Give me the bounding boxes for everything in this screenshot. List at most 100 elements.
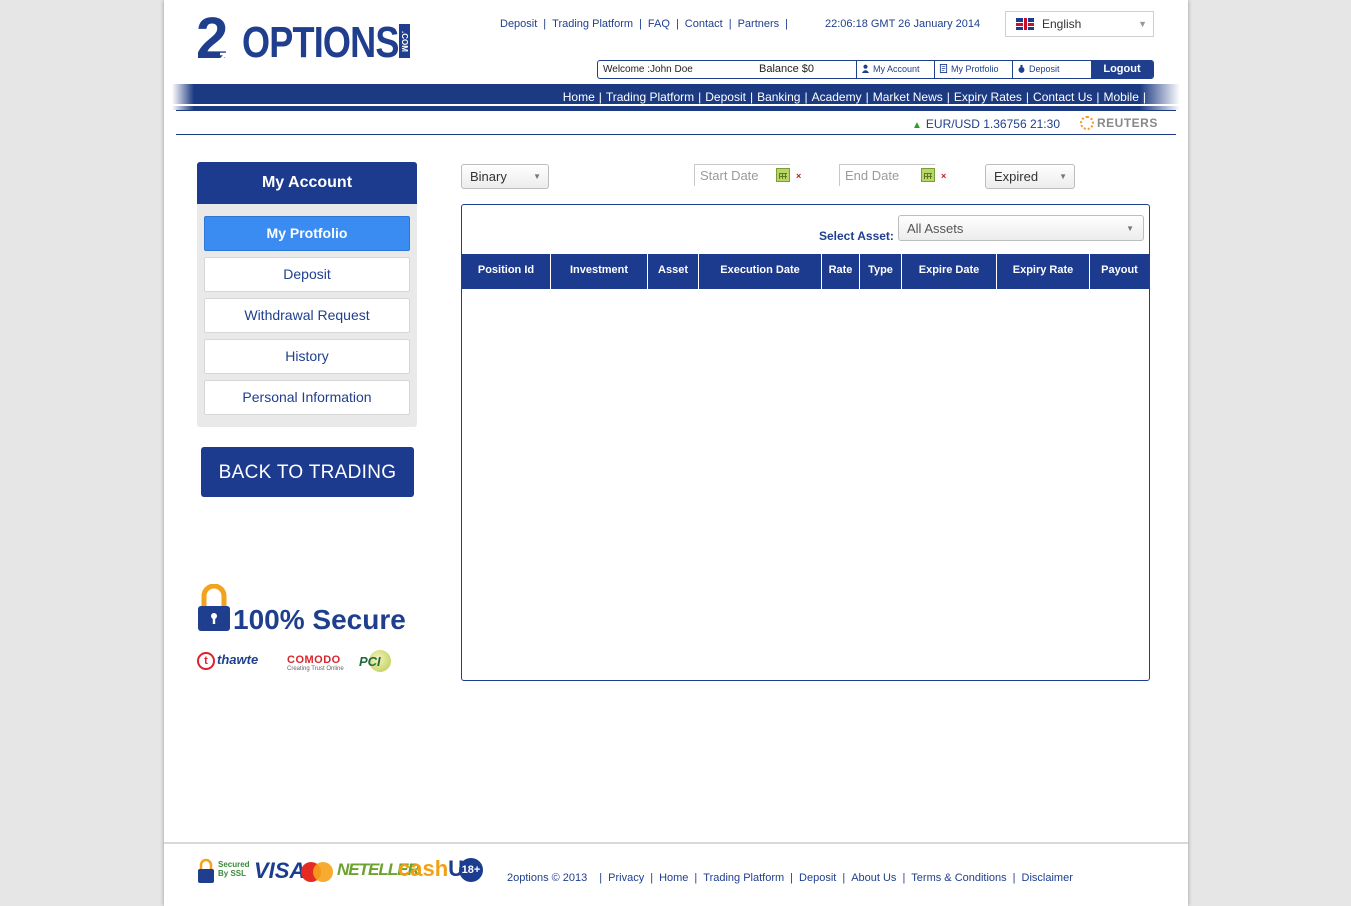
- calendar-icon[interactable]: [776, 168, 790, 182]
- main-nav: Home | Trading Platform | Deposit | Banking…: [172, 84, 1180, 110]
- logo-com: .COM: [399, 24, 410, 58]
- visa-logo: VISA: [254, 858, 306, 883]
- my-portfolio-label: My Protfolio: [951, 64, 999, 74]
- nav-divider: [172, 104, 1180, 106]
- balance-text: Balance $0: [759, 63, 815, 75]
- nav-item-contact-us[interactable]: Contact Us: [1033, 90, 1092, 104]
- sidebar-item-withdrawal-request[interactable]: Withdrawal Request: [204, 298, 410, 333]
- status-value: Expired: [994, 169, 1039, 184]
- comodo-label: COMODO: [287, 654, 341, 666]
- calendar-icon[interactable]: [921, 168, 935, 182]
- table-header: Position Id Investment Asset Execution D…: [462, 254, 1149, 289]
- nav-item-expiry-rates[interactable]: Expiry Rates: [954, 90, 1022, 104]
- document-icon: [939, 64, 948, 73]
- cashu-label: cash: [398, 856, 449, 881]
- col-expiry-rate[interactable]: Expiry Rate: [997, 254, 1090, 289]
- status-select[interactable]: Expired ▼: [985, 164, 1075, 189]
- copyright: 2options © 2013: [507, 872, 588, 884]
- footer-link-terms[interactable]: Terms & Conditions: [911, 872, 1006, 884]
- my-account-button[interactable]: My Account: [856, 61, 934, 78]
- footer-links: 2options © 2013 | Privacy | Home | Trading …: [507, 872, 1073, 884]
- reuters-logo: REUTERS: [1080, 116, 1158, 130]
- deposit-button[interactable]: Deposit: [1012, 61, 1090, 78]
- col-investment[interactable]: Investment: [551, 254, 648, 289]
- col-execution-date[interactable]: Execution Date: [699, 254, 822, 289]
- asset-select[interactable]: All Assets ▼: [898, 215, 1144, 241]
- col-expire-date[interactable]: Expire Date: [902, 254, 997, 289]
- logout-button[interactable]: Logout: [1091, 60, 1153, 79]
- thawte-logo: t thawte: [197, 652, 258, 670]
- deposit-label: Deposit: [1029, 64, 1060, 74]
- nav-divider-thin: [176, 110, 1176, 111]
- sidebar-item-history[interactable]: History: [204, 339, 410, 374]
- account-bar: Welcome :John Doe Balance $0 My Account …: [597, 60, 1154, 79]
- comodo-logo: COMODO Creating Trust Online: [287, 654, 344, 672]
- select-asset-label: Select Asset:: [819, 229, 894, 243]
- col-type[interactable]: Type: [860, 254, 902, 289]
- nav-item-banking[interactable]: Banking: [757, 90, 800, 104]
- nav-item-trading-platform[interactable]: Trading Platform: [606, 90, 694, 104]
- language-select[interactable]: English ▼: [1005, 11, 1154, 37]
- end-date-placeholder: End Date: [845, 168, 900, 183]
- thawte-icon: t: [197, 652, 215, 670]
- col-payout[interactable]: Payout: [1090, 254, 1149, 289]
- option-type-value: Binary: [470, 169, 507, 184]
- my-portfolio-button[interactable]: My Protfolio: [934, 61, 1012, 78]
- reuters-label: REUTERS: [1097, 116, 1158, 130]
- nav-item-market-news[interactable]: Market News: [873, 90, 943, 104]
- footer-link-deposit[interactable]: Deposit: [799, 872, 836, 884]
- top-link-trading-platform[interactable]: Trading Platform: [552, 18, 633, 30]
- clear-start-date-icon[interactable]: ×: [796, 171, 801, 181]
- col-rate[interactable]: Rate: [822, 254, 860, 289]
- pci-label: PCI: [359, 654, 381, 669]
- page: 2 OPTIONS .COM Deposit | Trading Platform…: [164, 0, 1188, 906]
- nav-item-mobile[interactable]: Mobile: [1104, 90, 1139, 104]
- age-restriction-badge: 18+: [459, 858, 483, 882]
- chevron-down-icon: ▼: [533, 172, 541, 181]
- footer-link-home[interactable]: Home: [659, 872, 688, 884]
- nav-item-home[interactable]: Home: [563, 90, 595, 104]
- secure-text: 100% Secure: [233, 604, 406, 635]
- end-date-input[interactable]: End Date: [839, 164, 935, 186]
- top-link-partners[interactable]: Partners: [738, 18, 780, 30]
- col-asset[interactable]: Asset: [648, 254, 699, 289]
- nav-item-deposit[interactable]: Deposit: [705, 90, 746, 104]
- footer-link-trading-platform[interactable]: Trading Platform: [703, 872, 784, 884]
- footer-link-privacy[interactable]: Privacy: [608, 872, 644, 884]
- sidebar-item-my-portfolio[interactable]: My Protfolio: [204, 216, 410, 251]
- option-type-select[interactable]: Binary ▼: [461, 164, 549, 189]
- site-logo[interactable]: 2 OPTIONS .COM: [196, 10, 412, 72]
- sidebar-item-personal-information[interactable]: Personal Information: [204, 380, 410, 415]
- clear-end-date-icon[interactable]: ×: [941, 171, 946, 181]
- welcome-text: Welcome :John Doe: [603, 64, 693, 75]
- nav-item-academy[interactable]: Academy: [812, 90, 862, 104]
- top-links: Deposit | Trading Platform | FAQ | Contact |…: [500, 18, 789, 30]
- server-clock: 22:06:18 GMT 26 January 2014: [825, 18, 981, 30]
- top-link-deposit[interactable]: Deposit: [500, 18, 537, 30]
- thawte-label: thawte: [217, 652, 259, 667]
- chevron-down-icon: ▼: [1126, 224, 1134, 233]
- top-link-contact[interactable]: Contact: [685, 18, 723, 30]
- price-ticker: ▲ EUR/USD 1.36756 21:30: [912, 117, 1060, 131]
- ssl-text: Secured By SSL: [218, 860, 250, 878]
- chevron-down-icon: ▼: [1059, 172, 1067, 181]
- sidebar-title: My Account: [197, 162, 417, 204]
- footer-divider: [164, 842, 1188, 844]
- col-position-id[interactable]: Position Id: [462, 254, 551, 289]
- back-to-trading-button[interactable]: BACK TO TRADING: [201, 447, 414, 497]
- my-account-label: My Account: [873, 64, 920, 74]
- start-date-input[interactable]: Start Date: [694, 164, 790, 186]
- pci-logo: PCI: [357, 648, 413, 674]
- cashu-logo: cashU: [398, 856, 464, 882]
- user-icon: [861, 64, 870, 73]
- mastercard-orange-circle: [313, 862, 333, 882]
- sidebar-item-deposit[interactable]: Deposit: [204, 257, 410, 292]
- footer-link-disclaimer[interactable]: Disclaimer: [1022, 872, 1073, 884]
- portfolio-panel: Select Asset: All Assets ▼ Position Id In…: [461, 204, 1150, 681]
- logo-arrow-icon: [215, 52, 228, 65]
- footer-link-about-us[interactable]: About Us: [851, 872, 896, 884]
- padlock-icon: [198, 584, 230, 631]
- ssl-lock-icon: [198, 858, 214, 883]
- ssl-badge: Secured By SSL: [198, 856, 250, 888]
- top-link-faq[interactable]: FAQ: [648, 18, 670, 30]
